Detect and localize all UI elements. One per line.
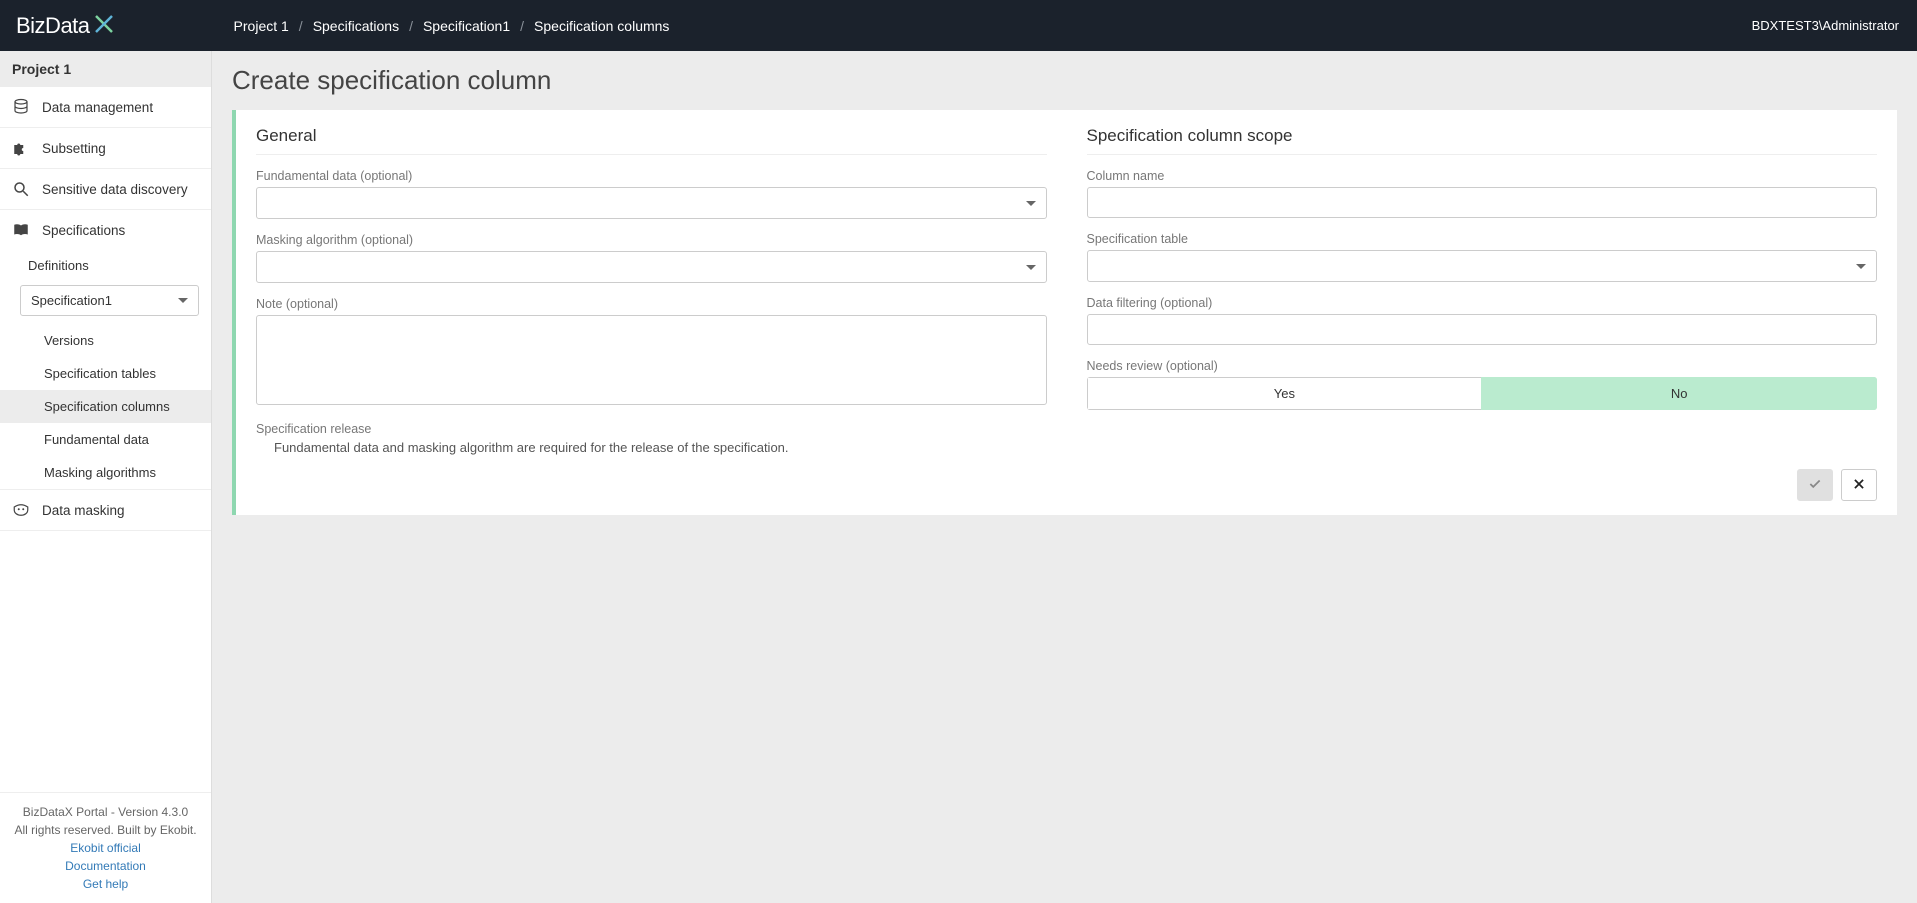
needs-review-toggle: Yes No xyxy=(1087,377,1878,410)
sidebar-item-sensitive-discovery[interactable]: Sensitive data discovery xyxy=(0,169,211,210)
panel-scope-heading: Specification column scope xyxy=(1087,126,1878,155)
spec-table-label: Specification table xyxy=(1087,232,1878,246)
puzzle-icon xyxy=(12,139,30,157)
sidebar-sub-fundamental[interactable]: Fundamental data xyxy=(0,423,211,456)
logo-text: BizData xyxy=(16,13,90,39)
breadcrumb-item-1[interactable]: Specifications xyxy=(313,18,399,34)
footer-link-ekobit[interactable]: Ekobit official xyxy=(10,839,201,857)
cancel-button[interactable] xyxy=(1841,469,1877,501)
breadcrumb: Project 1 / Specifications / Specificati… xyxy=(234,18,670,34)
content-area: Create specification column General Fund… xyxy=(212,51,1917,903)
breadcrumb-separator: / xyxy=(520,18,524,34)
breadcrumb-item-0[interactable]: Project 1 xyxy=(234,18,289,34)
needs-review-label: Needs review (optional) xyxy=(1087,359,1878,373)
panel-general-heading: General xyxy=(256,126,1047,155)
masking-algorithm-label: Masking algorithm (optional) xyxy=(256,233,1047,247)
sidebar-sub-columns[interactable]: Specification columns xyxy=(0,390,211,423)
database-icon xyxy=(12,98,30,116)
needs-review-yes[interactable]: Yes xyxy=(1087,377,1482,410)
needs-review-no[interactable]: No xyxy=(1481,377,1877,410)
panel-general: General Fundamental data (optional) Mask… xyxy=(256,126,1047,455)
breadcrumb-item-3[interactable]: Specification columns xyxy=(534,18,669,34)
sidebar-sub-masking-algorithms[interactable]: Masking algorithms xyxy=(0,456,211,490)
sidebar-item-label: Sensitive data discovery xyxy=(42,182,188,197)
sidebar-item-label: Subsetting xyxy=(42,141,106,156)
footer-link-documentation[interactable]: Documentation xyxy=(10,857,201,875)
topbar: BizData Project 1 / Specifications / Spe… xyxy=(0,0,1917,51)
user-label[interactable]: BDXTEST3\Administrator xyxy=(1752,18,1899,33)
panel-scope: Specification column scope Column name S… xyxy=(1087,126,1878,455)
sidebar-item-label: Data management xyxy=(42,100,153,115)
form-actions xyxy=(256,469,1877,501)
sidebar-spec-select[interactable]: Specification1 xyxy=(20,285,199,316)
note-label: Note (optional) xyxy=(256,297,1047,311)
footer-rights: All rights reserved. Built by Ekobit. xyxy=(10,821,201,839)
mask-icon xyxy=(12,501,30,519)
spec-release-label: Specification release xyxy=(256,422,1047,436)
sidebar-item-subsetting[interactable]: Subsetting xyxy=(0,128,211,169)
sidebar: Project 1 Data management Subsetting Sen… xyxy=(0,51,212,903)
book-icon xyxy=(12,221,30,239)
logo[interactable]: BizData xyxy=(16,12,116,39)
fundamental-data-select[interactable] xyxy=(256,187,1047,219)
sidebar-item-data-masking[interactable]: Data masking xyxy=(0,490,211,531)
chevron-down-icon xyxy=(1026,201,1036,206)
column-name-label: Column name xyxy=(1087,169,1878,183)
sidebar-spec-select-value: Specification1 xyxy=(31,293,112,308)
sidebar-sub-definitions[interactable]: Definitions xyxy=(0,250,211,281)
breadcrumb-separator: / xyxy=(299,18,303,34)
data-filter-input[interactable] xyxy=(1087,314,1878,345)
masking-algorithm-select[interactable] xyxy=(256,251,1047,283)
footer-version: BizDataX Portal - Version 4.3.0 xyxy=(10,803,201,821)
chevron-down-icon xyxy=(1026,265,1036,270)
breadcrumb-separator: / xyxy=(409,18,413,34)
save-button[interactable] xyxy=(1797,469,1833,501)
sidebar-footer: BizDataX Portal - Version 4.3.0 All righ… xyxy=(0,792,211,903)
sidebar-item-label: Specifications xyxy=(42,223,125,238)
sidebar-sub-tables[interactable]: Specification tables xyxy=(0,357,211,390)
column-name-input[interactable] xyxy=(1087,187,1878,218)
fundamental-data-label: Fundamental data (optional) xyxy=(256,169,1047,183)
breadcrumb-item-2[interactable]: Specification1 xyxy=(423,18,510,34)
close-icon xyxy=(1852,477,1866,494)
spec-table-select[interactable] xyxy=(1087,250,1878,282)
note-textarea[interactable] xyxy=(256,315,1047,405)
page-title: Create specification column xyxy=(232,65,1897,96)
search-icon xyxy=(12,180,30,198)
footer-link-get-help[interactable]: Get help xyxy=(10,875,201,893)
chevron-down-icon xyxy=(1856,264,1866,269)
sidebar-item-label: Data masking xyxy=(42,503,125,518)
sidebar-project-header: Project 1 xyxy=(0,51,211,87)
sidebar-item-specifications[interactable]: Specifications xyxy=(0,210,211,250)
sidebar-sub-versions[interactable]: Versions xyxy=(0,324,211,357)
form-card: General Fundamental data (optional) Mask… xyxy=(232,110,1897,515)
data-filter-label: Data filtering (optional) xyxy=(1087,296,1878,310)
logo-x-icon xyxy=(92,12,116,39)
spec-release-text: Fundamental data and masking algorithm a… xyxy=(256,440,1047,455)
check-icon xyxy=(1808,477,1822,494)
chevron-down-icon xyxy=(178,298,188,303)
sidebar-item-data-management[interactable]: Data management xyxy=(0,87,211,128)
